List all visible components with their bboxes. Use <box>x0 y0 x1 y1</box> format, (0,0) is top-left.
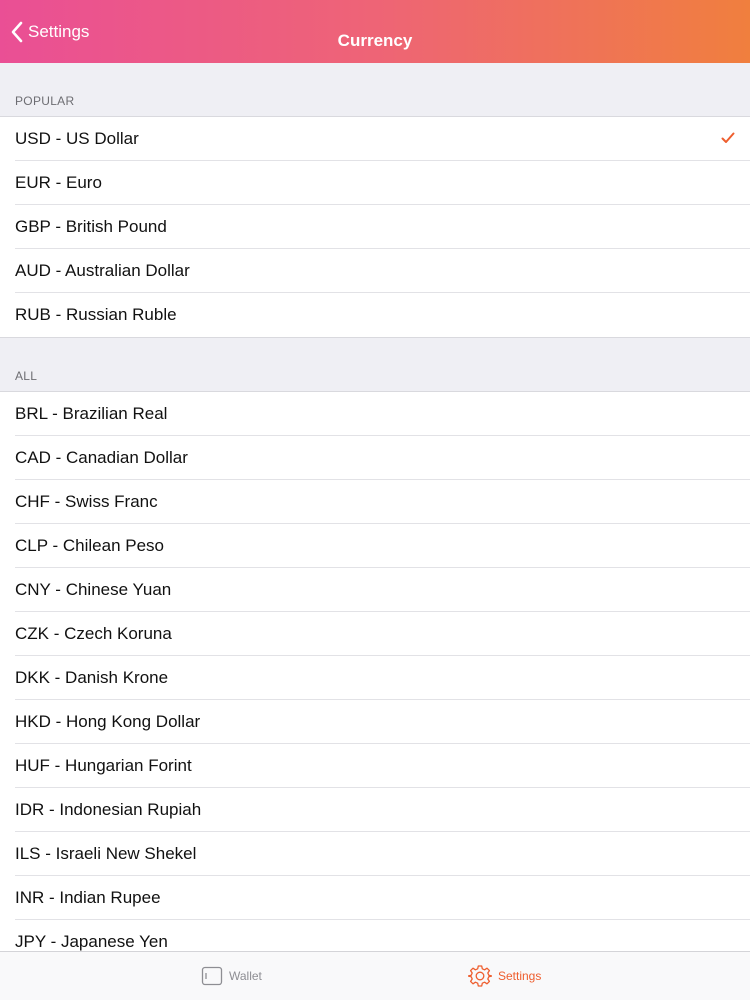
all-currency-list: BRL - Brazilian Real CAD - Canadian Doll… <box>0 391 750 952</box>
list-item-label: CLP - Chilean Peso <box>15 536 164 555</box>
list-item-label: GBP - British Pound <box>15 217 167 236</box>
page-title: Currency <box>337 31 413 50</box>
section-header-label: ALL <box>15 369 38 383</box>
tab-settings-label: Settings <box>498 969 542 983</box>
checkmark-icon <box>721 132 735 143</box>
list-item-czk[interactable]: CZK - Czech Koruna <box>0 612 750 656</box>
list-item-cad[interactable]: CAD - Canadian Dollar <box>0 436 750 480</box>
tab-bar: Wallet Settings <box>0 951 750 1000</box>
section-header-popular: POPULAR <box>0 63 750 116</box>
list-item-cny[interactable]: CNY - Chinese Yuan <box>0 568 750 612</box>
list-item-label: CHF - Swiss Franc <box>15 492 158 511</box>
list-item-dkk[interactable]: DKK - Danish Krone <box>0 656 750 700</box>
section-header-all: ALL <box>0 338 750 391</box>
list-item-label: CZK - Czech Koruna <box>15 624 172 643</box>
list-item-label: EUR - Euro <box>15 173 102 192</box>
list-item-ils[interactable]: ILS - Israeli New Shekel <box>0 832 750 876</box>
list-item-aud[interactable]: AUD - Australian Dollar <box>0 249 750 293</box>
list-item-chf[interactable]: CHF - Swiss Franc <box>0 480 750 524</box>
list-item-rub[interactable]: RUB - Russian Ruble <box>0 293 750 337</box>
list-item-label: HUF - Hungarian Forint <box>15 756 192 775</box>
list-item-label: JPY - Japanese Yen <box>15 932 168 951</box>
currency-list[interactable]: POPULAR USD - US Dollar EUR - Euro GBP -… <box>0 63 750 952</box>
list-item-usd[interactable]: USD - US Dollar <box>0 117 750 161</box>
list-item-label: ILS - Israeli New Shekel <box>15 844 197 863</box>
popular-currency-list: USD - US Dollar EUR - Euro GBP - British… <box>0 116 750 338</box>
list-item-label: CNY - Chinese Yuan <box>15 580 172 599</box>
navigation-bar: Settings Currency <box>0 0 750 63</box>
list-item-label: RUB - Russian Ruble <box>15 305 177 324</box>
list-item-jpy[interactable]: JPY - Japanese Yen <box>0 920 750 952</box>
list-item-label: AUD - Australian Dollar <box>15 261 190 280</box>
gear-icon <box>468 965 492 987</box>
wallet-icon <box>201 966 223 986</box>
list-item-label: CAD - Canadian Dollar <box>15 448 188 467</box>
list-item-label: IDR - Indonesian Rupiah <box>15 800 202 819</box>
list-item-idr[interactable]: IDR - Indonesian Rupiah <box>0 788 750 832</box>
section-header-label: POPULAR <box>15 94 75 108</box>
list-item-label: BRL - Brazilian Real <box>15 404 168 423</box>
list-item-label: DKK - Danish Krone <box>15 668 169 687</box>
currency-screen: Settings Currency POPULAR USD - US Dolla… <box>0 0 750 1000</box>
list-item-hkd[interactable]: HKD - Hong Kong Dollar <box>0 700 750 744</box>
list-item-huf[interactable]: HUF - Hungarian Forint <box>0 744 750 788</box>
list-item-label: USD - US Dollar <box>15 129 139 148</box>
list-item-clp[interactable]: CLP - Chilean Peso <box>0 524 750 568</box>
list-item-gbp[interactable]: GBP - British Pound <box>0 205 750 249</box>
list-item-brl[interactable]: BRL - Brazilian Real <box>0 392 750 436</box>
tab-settings[interactable]: Settings <box>468 952 541 1000</box>
list-item-label: HKD - Hong Kong Dollar <box>15 712 201 731</box>
tab-wallet[interactable]: Wallet <box>201 952 262 1000</box>
tab-wallet-label: Wallet <box>229 969 262 983</box>
list-item-label: INR - Indian Rupee <box>15 888 161 907</box>
list-item-eur[interactable]: EUR - Euro <box>0 161 750 205</box>
list-item-inr[interactable]: INR - Indian Rupee <box>0 876 750 920</box>
